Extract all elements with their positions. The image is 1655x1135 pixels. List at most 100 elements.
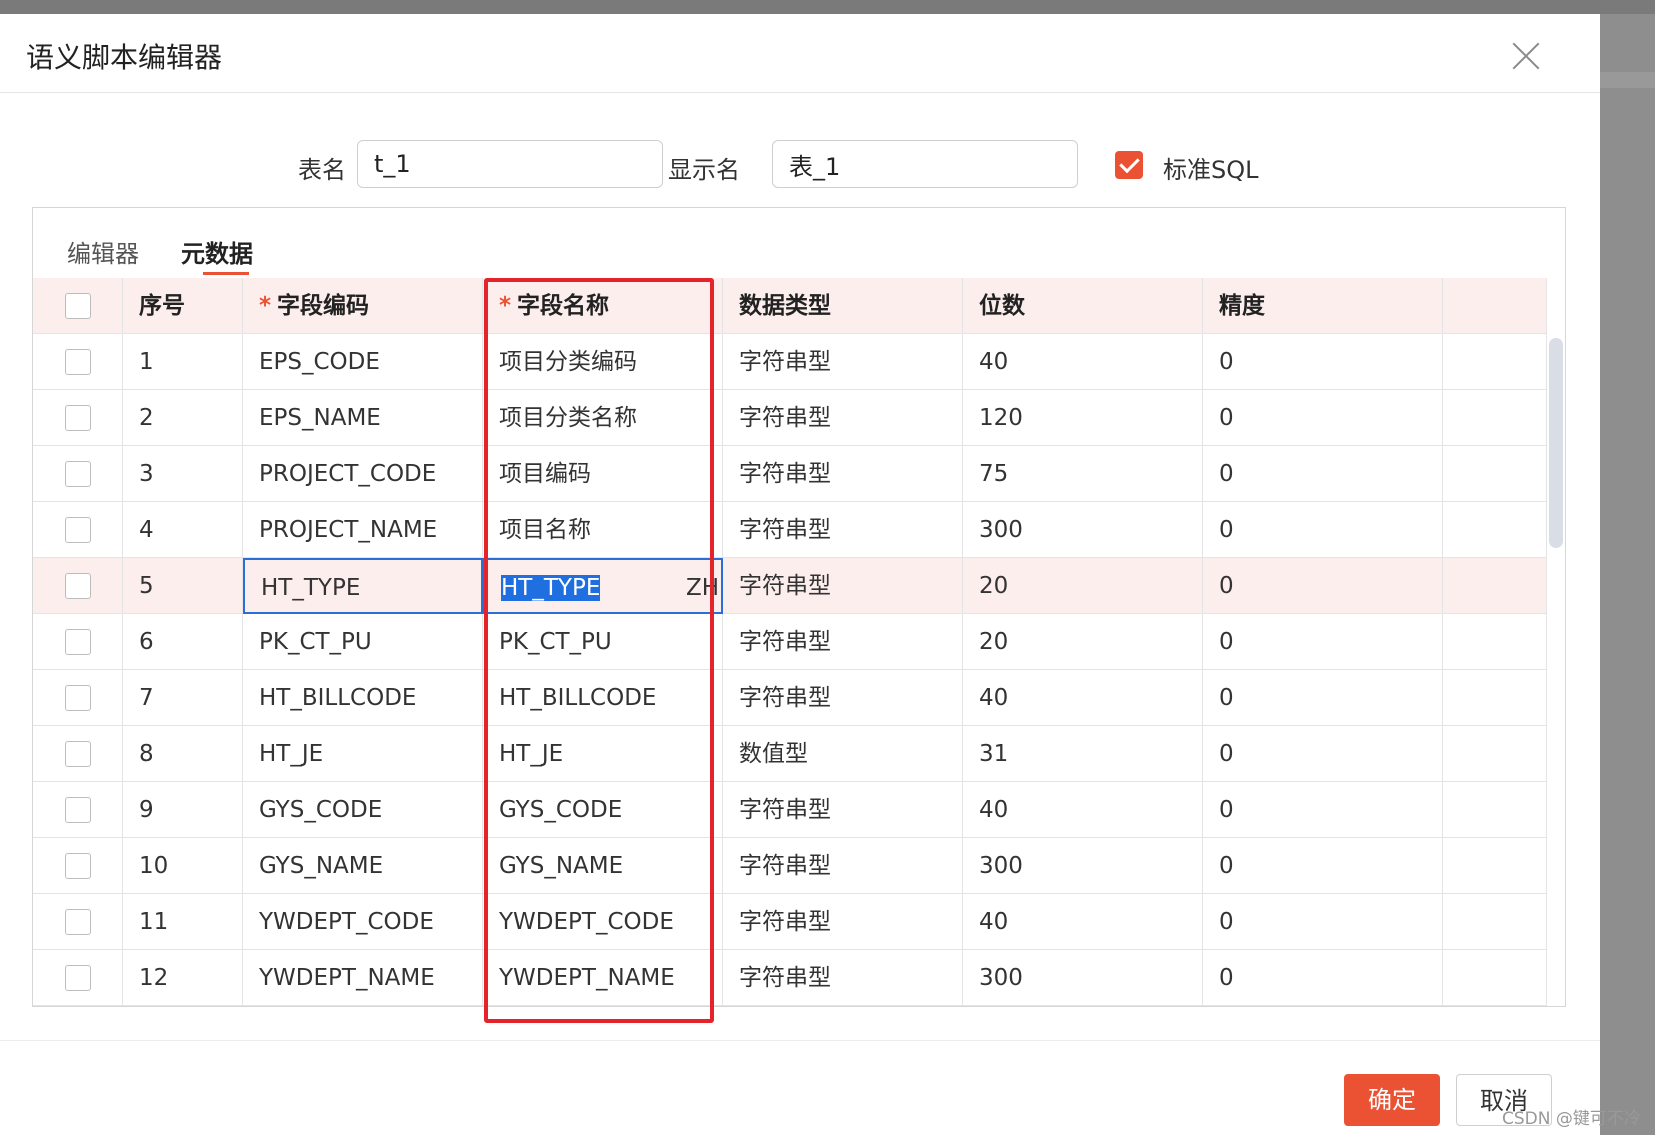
table-row[interactable]: 7 HT_BILLCODE HT_BILLCODE 字符串型 40 0 bbox=[33, 670, 1547, 726]
table-row[interactable]: 5 HT_TYPE HT_TYPE ZH 字符串型 20 0 bbox=[33, 558, 1547, 614]
digits-cell[interactable]: 40 bbox=[963, 782, 1203, 838]
field-code-cell[interactable]: EPS_NAME bbox=[243, 390, 483, 446]
table-row[interactable]: 10 GYS_NAME GYS_NAME 字符串型 300 0 bbox=[33, 838, 1547, 894]
digits-cell[interactable]: 20 bbox=[963, 558, 1203, 614]
tab-editor[interactable]: 编辑器 bbox=[67, 234, 139, 269]
data-type-cell[interactable]: 字符串型 bbox=[723, 950, 963, 1006]
data-type-cell[interactable]: 字符串型 bbox=[723, 446, 963, 502]
row-checkbox[interactable] bbox=[65, 517, 91, 543]
field-name-cell[interactable]: GYS_CODE bbox=[483, 782, 723, 838]
confirm-button[interactable]: 确定 bbox=[1344, 1074, 1440, 1126]
row-checkbox[interactable] bbox=[65, 349, 91, 375]
digits-cell[interactable]: 40 bbox=[963, 670, 1203, 726]
precision-cell[interactable]: 0 bbox=[1203, 390, 1443, 446]
select-all-checkbox[interactable] bbox=[65, 293, 91, 319]
data-type-cell[interactable]: 字符串型 bbox=[723, 390, 963, 446]
digits-cell[interactable]: 120 bbox=[963, 390, 1203, 446]
field-code-cell[interactable]: PROJECT_NAME bbox=[243, 502, 483, 558]
digits-cell[interactable]: 40 bbox=[963, 894, 1203, 950]
close-icon[interactable] bbox=[1510, 40, 1542, 72]
table-row[interactable]: 1 EPS_CODE 项目分类编码 字符串型 40 0 bbox=[33, 334, 1547, 390]
field-name-cell[interactable]: YWDEPT_NAME bbox=[483, 950, 723, 1006]
precision-cell[interactable]: 0 bbox=[1203, 726, 1443, 782]
row-checkbox[interactable] bbox=[65, 629, 91, 655]
vertical-scrollbar[interactable] bbox=[1549, 338, 1563, 548]
data-type-cell[interactable]: 字符串型 bbox=[723, 782, 963, 838]
data-type-cell[interactable]: 字符串型 bbox=[723, 558, 963, 614]
header-index[interactable]: 序号 bbox=[123, 278, 243, 334]
header-digits[interactable]: 位数 bbox=[963, 278, 1203, 334]
row-checkbox[interactable] bbox=[65, 853, 91, 879]
table-row[interactable]: 11 YWDEPT_CODE YWDEPT_CODE 字符串型 40 0 bbox=[33, 894, 1547, 950]
field-code-cell[interactable]: HT_BILLCODE bbox=[243, 670, 483, 726]
row-checkbox[interactable] bbox=[65, 685, 91, 711]
table-row[interactable]: 4 PROJECT_NAME 项目名称 字符串型 300 0 bbox=[33, 502, 1547, 558]
table-row[interactable]: 6 PK_CT_PU PK_CT_PU 字符串型 20 0 bbox=[33, 614, 1547, 670]
precision-cell[interactable]: 0 bbox=[1203, 950, 1443, 1006]
header-precision[interactable]: 精度 bbox=[1203, 278, 1443, 334]
row-checkbox[interactable] bbox=[65, 741, 91, 767]
field-code-cell[interactable]: GYS_CODE bbox=[243, 782, 483, 838]
digits-cell[interactable]: 20 bbox=[963, 614, 1203, 670]
table-row[interactable]: 9 GYS_CODE GYS_CODE 字符串型 40 0 bbox=[33, 782, 1547, 838]
field-code-cell[interactable]: HT_JE bbox=[243, 726, 483, 782]
digits-cell[interactable]: 31 bbox=[963, 726, 1203, 782]
table-row[interactable]: 12 YWDEPT_NAME YWDEPT_NAME 字符串型 300 0 bbox=[33, 950, 1547, 1006]
row-checkbox[interactable] bbox=[65, 965, 91, 991]
field-name-cell[interactable]: PK_CT_PU bbox=[483, 614, 723, 670]
data-type-cell[interactable]: 字符串型 bbox=[723, 502, 963, 558]
data-type-cell[interactable]: 字符串型 bbox=[723, 838, 963, 894]
field-name-cell[interactable]: 项目编码 bbox=[483, 446, 723, 502]
precision-cell[interactable]: 0 bbox=[1203, 558, 1443, 614]
row-checkbox[interactable] bbox=[65, 461, 91, 487]
precision-cell[interactable]: 0 bbox=[1203, 838, 1443, 894]
data-type-cell[interactable]: 字符串型 bbox=[723, 670, 963, 726]
digits-cell[interactable]: 300 bbox=[963, 950, 1203, 1006]
precision-cell[interactable]: 0 bbox=[1203, 502, 1443, 558]
field-name-cell[interactable]: YWDEPT_CODE bbox=[483, 894, 723, 950]
field-name-cell[interactable]: GYS_NAME bbox=[483, 838, 723, 894]
field-name-cell[interactable]: 项目名称 bbox=[483, 502, 723, 558]
field-code-cell[interactable]: GYS_NAME bbox=[243, 838, 483, 894]
field-name-cell[interactable]: 项目分类编码 bbox=[483, 334, 723, 390]
precision-cell[interactable]: 0 bbox=[1203, 894, 1443, 950]
precision-cell[interactable]: 0 bbox=[1203, 446, 1443, 502]
field-code-cell[interactable]: YWDEPT_CODE bbox=[243, 894, 483, 950]
precision-cell[interactable]: 0 bbox=[1203, 782, 1443, 838]
tab-metadata[interactable]: 元数据 bbox=[181, 234, 253, 269]
digits-cell[interactable]: 300 bbox=[963, 838, 1203, 894]
display-name-input[interactable] bbox=[772, 140, 1078, 188]
row-checkbox[interactable] bbox=[65, 405, 91, 431]
data-type-cell[interactable]: 字符串型 bbox=[723, 614, 963, 670]
header-field-name[interactable]: * 字段名称 bbox=[483, 278, 723, 334]
data-type-cell[interactable]: 字符串型 bbox=[723, 894, 963, 950]
field-code-cell[interactable]: PROJECT_CODE bbox=[243, 446, 483, 502]
field-name-cell[interactable]: 项目分类名称 bbox=[483, 390, 723, 446]
precision-cell[interactable]: 0 bbox=[1203, 334, 1443, 390]
table-row[interactable]: 8 HT_JE HT_JE 数值型 31 0 bbox=[33, 726, 1547, 782]
digits-cell[interactable]: 40 bbox=[963, 334, 1203, 390]
row-checkbox[interactable] bbox=[65, 573, 91, 599]
digits-cell[interactable]: 75 bbox=[963, 446, 1203, 502]
field-code-cell[interactable]: HT_TYPE bbox=[243, 558, 483, 614]
standard-sql-checkbox[interactable] bbox=[1115, 151, 1143, 179]
header-data-type[interactable]: 数据类型 bbox=[723, 278, 963, 334]
precision-cell[interactable]: 0 bbox=[1203, 614, 1443, 670]
table-row[interactable]: 2 EPS_NAME 项目分类名称 字符串型 120 0 bbox=[33, 390, 1547, 446]
table-row[interactable]: 3 PROJECT_CODE 项目编码 字符串型 75 0 bbox=[33, 446, 1547, 502]
row-checkbox[interactable] bbox=[65, 797, 91, 823]
row-index: 12 bbox=[123, 950, 243, 1006]
field-name-cell[interactable]: HT_JE bbox=[483, 726, 723, 782]
row-checkbox[interactable] bbox=[65, 909, 91, 935]
precision-cell[interactable]: 0 bbox=[1203, 670, 1443, 726]
field-name-cell[interactable]: HT_BILLCODE bbox=[483, 670, 723, 726]
field-code-cell[interactable]: EPS_CODE bbox=[243, 334, 483, 390]
data-type-cell[interactable]: 数值型 bbox=[723, 726, 963, 782]
header-field-code[interactable]: * 字段编码 bbox=[243, 278, 483, 334]
field-code-cell[interactable]: YWDEPT_NAME bbox=[243, 950, 483, 1006]
field-code-cell[interactable]: PK_CT_PU bbox=[243, 614, 483, 670]
table-name-input[interactable] bbox=[357, 140, 663, 188]
field-name-cell-editing[interactable]: HT_TYPE ZH bbox=[483, 558, 723, 614]
data-type-cell[interactable]: 字符串型 bbox=[723, 334, 963, 390]
digits-cell[interactable]: 300 bbox=[963, 502, 1203, 558]
